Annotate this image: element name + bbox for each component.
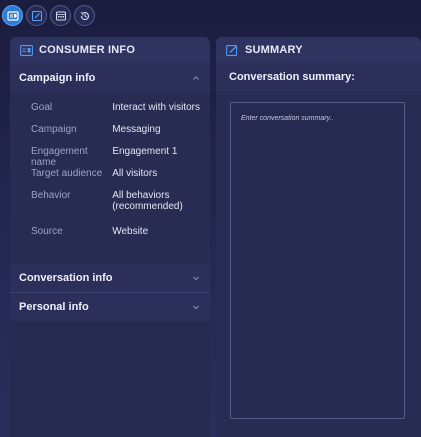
campaign-row-engagement: Engagement name Engagement 1 (10, 146, 210, 168)
row-value: All behaviors (recommended) (112, 190, 183, 212)
campaign-row-source: Source Website (10, 226, 210, 237)
row-value: Messaging (112, 124, 161, 135)
summary-panel: SUMMARY Conversation summary: Enter conv… (216, 37, 421, 437)
campaign-row-goal: Goal Interact with visitors (10, 102, 210, 113)
chevron-down-icon (192, 303, 200, 311)
summary-title: SUMMARY (245, 44, 303, 56)
row-value: All visitors (112, 168, 158, 179)
campaign-row-target-audience: Target audience All visitors (10, 168, 210, 179)
conversation-summary-input[interactable]: Enter conversation summary.. (230, 102, 405, 419)
row-label: Behavior (31, 190, 71, 201)
widget-grid-icon (55, 11, 66, 20)
personal-info-toggle[interactable]: Personal info (10, 293, 210, 321)
campaign-info-body: Goal Interact with visitors Campaign Mes… (10, 93, 210, 263)
conversation-summary-label: Conversation summary: (216, 63, 421, 91)
campaign-row-behavior: Behavior All behaviors (recommended) (10, 190, 210, 212)
summary-header: SUMMARY (216, 37, 421, 63)
campaign-row-campaign: Campaign Messaging (10, 124, 210, 135)
widgets-button[interactable] (50, 5, 71, 26)
conversation-info-title: Conversation info (19, 271, 113, 284)
conversation-info-toggle[interactable]: Conversation info (10, 263, 210, 292)
widget-toolbar (2, 5, 95, 26)
consumer-info-icon (20, 44, 33, 56)
row-label: Target audience (31, 168, 103, 179)
summary-placeholder: Enter conversation summary.. (241, 115, 334, 122)
campaign-info-title: Campaign info (19, 72, 96, 84)
personal-info-title: Personal info (19, 301, 89, 313)
row-label: Goal (31, 102, 53, 113)
edit-note-icon (226, 44, 239, 56)
history-button[interactable] (74, 5, 95, 26)
consumer-info-panel: CONSUMER INFO Campaign info Goal Interac… (10, 37, 210, 437)
consumer-info-button[interactable] (2, 5, 23, 26)
agent-workspace: CONSUMER INFO Campaign info Goal Interac… (0, 0, 421, 437)
campaign-info-toggle[interactable]: Campaign info (10, 63, 210, 93)
edit-note-icon (31, 10, 42, 21)
consumer-info-header: CONSUMER INFO (10, 37, 210, 63)
chevron-down-icon (192, 274, 200, 282)
chevron-up-icon (192, 74, 200, 82)
consumer-info-title: CONSUMER INFO (39, 44, 136, 56)
summary-button[interactable] (26, 5, 47, 26)
panel-empty-area (10, 321, 210, 437)
history-icon (80, 11, 89, 20)
row-value: Engagement 1 (112, 146, 178, 157)
row-label: Campaign (31, 124, 77, 135)
row-value: Website (112, 226, 149, 237)
consumer-info-icon (6, 10, 19, 21)
row-label: Source (31, 226, 63, 237)
row-value: Interact with visitors (112, 102, 200, 113)
row-label: Engagement name (31, 146, 88, 168)
